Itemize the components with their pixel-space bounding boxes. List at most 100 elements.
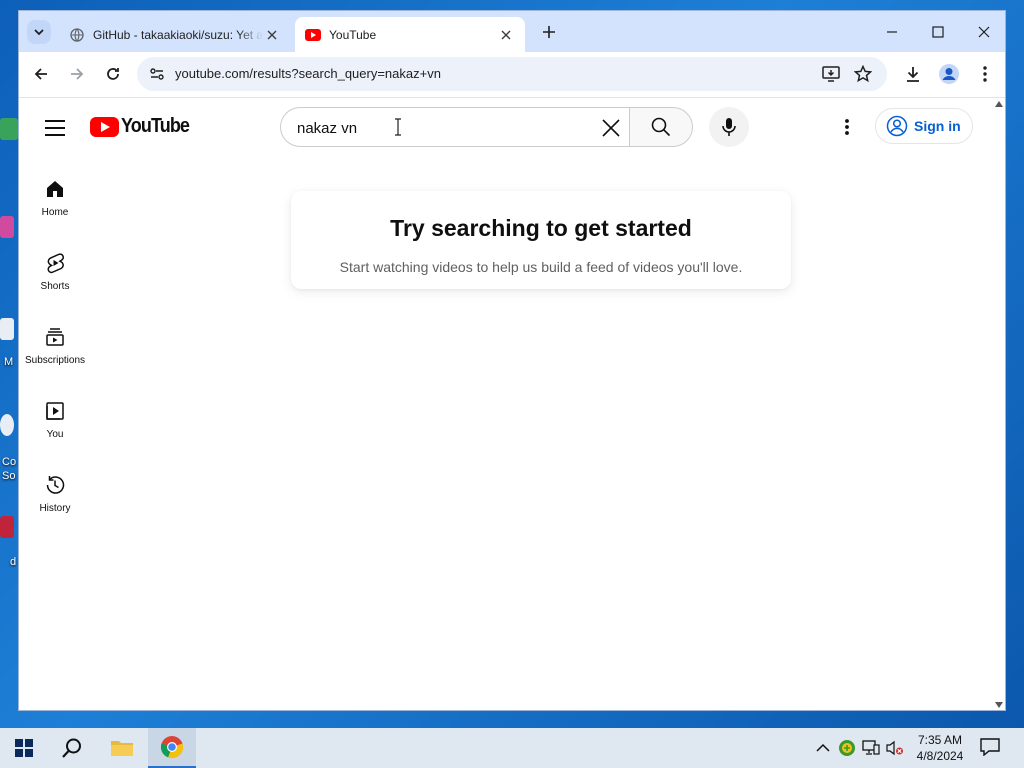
address-url: youtube.com/results?search_query=nakaz+v… <box>175 66 441 81</box>
microphone-icon <box>722 118 736 136</box>
history-icon <box>43 473 67 497</box>
tab-search-button[interactable] <box>27 20 51 44</box>
scroll-up-arrow[interactable] <box>995 101 1003 107</box>
download-icon <box>907 67 919 82</box>
browser-menu-button[interactable] <box>973 62 997 86</box>
sign-in-label: Sign in <box>914 118 961 134</box>
minimize-button[interactable] <box>878 19 906 45</box>
sidebar-item-shorts[interactable]: Shorts <box>19 251 91 315</box>
search-icon <box>62 738 81 758</box>
sidebar-item-label: History <box>39 503 71 514</box>
voice-search-button[interactable] <box>709 107 749 147</box>
desktop-icon[interactable] <box>0 414 14 436</box>
search-icon <box>651 117 671 137</box>
minimize-icon <box>887 31 897 33</box>
bookmark-star-icon[interactable] <box>853 64 873 84</box>
sidebar-item-label: Shorts <box>40 281 70 292</box>
tab-strip: GitHub - takaakiaoki/suzu: Yet another Y… <box>19 11 1005 52</box>
back-button[interactable] <box>29 62 53 86</box>
folder-icon <box>111 741 133 756</box>
desktop-icon-label: d <box>10 556 17 568</box>
close-tab-icon[interactable] <box>263 26 281 44</box>
tab-title: YouTube <box>329 27 377 42</box>
start-button[interactable] <box>0 728 48 768</box>
account-circle-icon <box>886 115 908 137</box>
guide-menu-button[interactable] <box>43 116 67 140</box>
desktop-icon[interactable] <box>0 516 14 538</box>
profile-icon <box>939 64 959 84</box>
chrome-icon <box>160 736 184 759</box>
hamburger-icon-line <box>45 127 65 129</box>
search-input[interactable] <box>297 118 577 138</box>
prompt-title: Try searching to get started <box>390 215 692 241</box>
search-box <box>280 107 630 147</box>
text-cursor-icon <box>395 118 401 136</box>
tab-title: GitHub - takaakiaoki/suzu: Yet another <box>93 27 263 42</box>
clock-time: 7:35 AM <box>917 733 963 747</box>
sidebar-item-history[interactable]: History <box>19 473 91 537</box>
sidebar-item-label: Home <box>41 207 69 218</box>
reload-icon <box>107 68 119 80</box>
desktop-icon[interactable] <box>0 318 14 340</box>
shorts-icon <box>43 251 67 275</box>
close-window-button[interactable] <box>970 19 998 45</box>
chevron-up-icon[interactable] <box>814 739 832 757</box>
forward-button[interactable] <box>65 62 89 86</box>
desktop-icon-label: Co <box>2 456 17 468</box>
desktop-icon[interactable] <box>0 118 18 140</box>
notification-center-icon[interactable] <box>980 738 1002 758</box>
settings-menu-button[interactable] <box>835 115 859 139</box>
youtube-logo[interactable]: YouTube <box>90 115 197 138</box>
taskbar-clock[interactable]: 7:35 AM 4/8/2024 <box>912 732 968 764</box>
tab-github[interactable]: GitHub - takaakiaoki/suzu: Yet another <box>59 17 291 52</box>
close-tab-icon[interactable] <box>497 26 515 44</box>
scroll-down-arrow[interactable] <box>995 702 1003 708</box>
browser-window: GitHub - takaakiaoki/suzu: Yet another Y… <box>18 10 1006 711</box>
sidebar-item-home[interactable]: Home <box>19 177 91 241</box>
new-tab-button[interactable] <box>538 21 560 43</box>
prompt-subtitle: Start watching videos to help us build a… <box>339 259 743 275</box>
search-button[interactable] <box>629 107 693 147</box>
youtube-page: YouTube Sign in Home <box>19 99 1005 710</box>
tab-youtube[interactable]: YouTube <box>295 17 525 52</box>
clock-date: 4/8/2024 <box>916 749 964 763</box>
arrow-right-icon <box>71 68 84 80</box>
subscriptions-icon <box>43 325 67 349</box>
desktop-icon-label: M <box>4 356 14 368</box>
maximize-button[interactable] <box>924 19 952 45</box>
home-icon <box>43 177 67 201</box>
reload-button[interactable] <box>101 62 125 86</box>
you-icon <box>43 399 67 423</box>
more-vertical-icon <box>845 119 849 135</box>
chrome-taskbar-button[interactable] <box>148 728 196 768</box>
profile-button[interactable] <box>937 62 961 86</box>
clear-search-icon[interactable] <box>599 116 623 140</box>
address-bar[interactable]: youtube.com/results?search_query=nakaz+v… <box>137 57 887 91</box>
sidebar-item-you[interactable]: You <box>19 399 91 463</box>
hamburger-icon <box>45 120 65 122</box>
network-icon[interactable] <box>862 739 880 757</box>
desktop-icon-label: So <box>2 470 16 482</box>
more-vertical-icon <box>983 66 987 82</box>
install-app-icon[interactable] <box>821 64 841 84</box>
taskbar: 7:35 AM 4/8/2024 <box>0 728 1024 768</box>
chevron-down-icon <box>34 29 44 36</box>
update-tray-icon[interactable] <box>838 739 856 757</box>
close-icon <box>978 26 990 38</box>
hamburger-icon-line <box>45 134 65 136</box>
sign-in-button[interactable]: Sign in <box>875 108 973 144</box>
site-info-icon[interactable] <box>147 64 167 84</box>
volume-muted-icon[interactable] <box>886 739 904 757</box>
windows-logo-icon <box>15 739 33 757</box>
empty-feed-prompt: Try searching to get started Start watch… <box>291 191 791 289</box>
youtube-logo-icon <box>90 116 119 137</box>
file-explorer-button[interactable] <box>98 728 146 768</box>
downloads-button[interactable] <box>901 62 925 86</box>
browser-toolbar: youtube.com/results?search_query=nakaz+v… <box>19 52 1005 98</box>
sidebar-item-subscriptions[interactable]: Subscriptions <box>19 325 91 389</box>
youtube-favicon-icon <box>305 27 321 43</box>
youtube-logo-text: YouTube <box>121 115 190 137</box>
taskbar-search-button[interactable] <box>48 728 96 768</box>
sidebar-item-label: Subscriptions <box>24 355 86 366</box>
desktop-icon[interactable] <box>0 216 14 238</box>
